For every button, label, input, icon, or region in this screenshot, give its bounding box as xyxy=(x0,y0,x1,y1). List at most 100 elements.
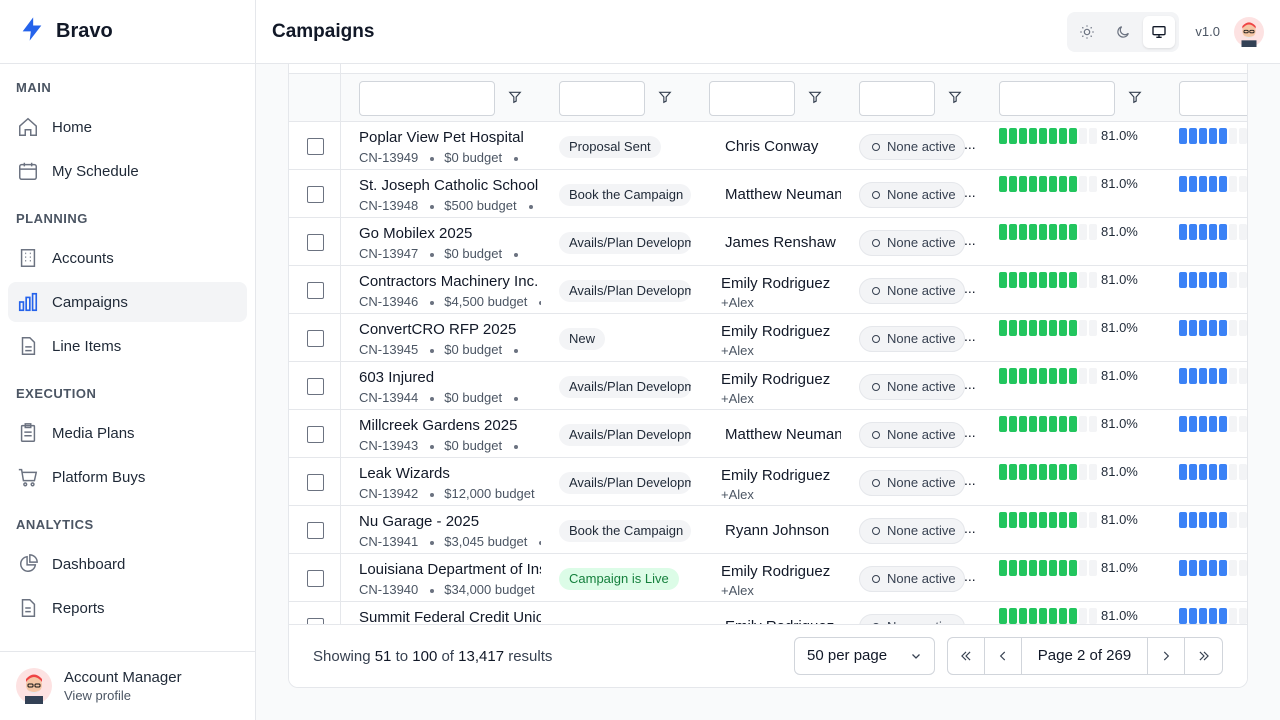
status-badge[interactable]: Campaign is Live xyxy=(559,568,679,590)
status-filter-input[interactable] xyxy=(559,81,645,116)
circle-icon xyxy=(872,383,880,391)
progress-segment xyxy=(1039,608,1047,624)
sidebar-item-platform-buys[interactable]: Platform Buys xyxy=(8,457,247,497)
campaign-name[interactable]: St. Joseph Catholic School xyxy=(359,177,541,194)
sidebar-item-media-plans[interactable]: Media Plans xyxy=(8,413,247,453)
pacing-segment xyxy=(1239,224,1247,240)
filter-icon[interactable] xyxy=(948,90,962,104)
status-badge[interactable]: Proposal Sent xyxy=(559,136,661,158)
account-profile[interactable]: Account Manager View profile xyxy=(0,651,255,720)
campaign-meta: CN-13947 $0 budget xyxy=(359,246,541,261)
active-status-pill[interactable]: None active xyxy=(859,134,965,160)
sidebar-item-home[interactable]: Home xyxy=(8,107,247,147)
filter-icon[interactable] xyxy=(508,90,522,104)
name-filter-input[interactable] xyxy=(359,81,495,116)
campaign-name[interactable]: Go Mobilex 2025 xyxy=(359,225,541,242)
brand[interactable]: Bravo xyxy=(0,0,255,64)
active-status-pill[interactable]: None active xyxy=(859,422,965,448)
table-row[interactable]: Go Mobilex 2025 CN-13947 $0 budget Avails/P… xyxy=(289,218,1247,266)
sidebar-item-dashboard[interactable]: Dashboard xyxy=(8,544,247,584)
separator-dot xyxy=(514,156,519,161)
pacing-segment xyxy=(1199,560,1207,576)
sidebar-item-label: Reports xyxy=(52,599,105,617)
active-status-pill[interactable]: None active xyxy=(859,230,965,256)
pacing-segment xyxy=(1209,272,1217,288)
first-page-button[interactable] xyxy=(948,638,985,674)
sidebar-item-reports[interactable]: Reports xyxy=(8,588,247,628)
dark-mode-button[interactable] xyxy=(1107,16,1139,48)
progress-segment xyxy=(1089,176,1097,192)
system-mode-button[interactable] xyxy=(1143,15,1176,48)
table-row[interactable]: Contractors Machinery Inc. CN-13946 $4,500… xyxy=(289,266,1247,314)
campaign-name[interactable]: ConvertCRO RFP 2025 xyxy=(359,321,541,338)
active-status-pill[interactable]: None active xyxy=(859,182,965,208)
owner-filter-input[interactable] xyxy=(709,81,795,116)
table-row[interactable]: Leak Wizards CN-13942 $12,000 budget Avails… xyxy=(289,458,1247,506)
sidebar-item-campaigns[interactable]: Campaigns xyxy=(8,282,247,322)
separator-dot xyxy=(539,300,541,305)
campaign-name[interactable]: 603 Injured xyxy=(359,369,541,386)
table-row[interactable]: 603 Injured CN-13944 $0 budget Avails/Plan … xyxy=(289,362,1247,410)
pacing-segment xyxy=(1229,512,1237,528)
active-status-pill[interactable]: None active xyxy=(859,518,965,544)
progress-segment xyxy=(1079,320,1087,336)
campaign-name[interactable]: Nu Garage - 2025 xyxy=(359,513,541,530)
filter-icon[interactable] xyxy=(1128,90,1142,104)
user-avatar[interactable] xyxy=(1234,16,1264,47)
table-row[interactable]: Summit Federal Credit UnionEmily Rodrigu… xyxy=(289,602,1247,624)
active-status-pill[interactable]: None active xyxy=(859,326,965,352)
cart-icon xyxy=(16,465,40,489)
table-row[interactable]: Poplar View Pet Hospital CN-13949 $0 budge… xyxy=(289,122,1247,170)
previous-page-button[interactable] xyxy=(985,638,1022,674)
pacing-segment xyxy=(1239,560,1247,576)
pacing-segment xyxy=(1199,608,1207,624)
active-status-pill[interactable]: None active xyxy=(859,278,965,304)
next-page-button[interactable] xyxy=(1148,638,1185,674)
status-badge[interactable]: New xyxy=(559,328,606,350)
progress-segment xyxy=(1089,320,1097,336)
campaign-name[interactable]: Leak Wizards xyxy=(359,465,541,482)
active-status-pill[interactable]: None active xyxy=(859,614,965,624)
filter-icon[interactable] xyxy=(808,90,822,104)
progress-filter-input[interactable] xyxy=(999,81,1115,116)
view-profile-link[interactable]: View profile xyxy=(64,688,182,703)
per-page-select[interactable]: 50 per page xyxy=(794,637,935,675)
status-badge[interactable]: Avails/Plan Development xyxy=(559,376,691,398)
last-page-button[interactable] xyxy=(1185,638,1222,674)
campaign-name[interactable]: Poplar View Pet Hospital xyxy=(359,129,541,146)
pagination: Page 2 of 269 xyxy=(947,637,1223,675)
status-badge[interactable]: Book the Campaign xyxy=(559,520,691,542)
status-badge[interactable]: Book the Campaign xyxy=(559,184,691,206)
light-mode-button[interactable] xyxy=(1071,16,1103,48)
status-badge[interactable]: Avails/Plan Development xyxy=(559,424,691,446)
status-badge[interactable]: Avails/Plan Development xyxy=(559,472,691,494)
campaign-name[interactable]: Louisiana Department of Insurance xyxy=(359,561,541,578)
filter-icon[interactable] xyxy=(658,90,672,104)
progress-bar xyxy=(999,464,1097,480)
campaign-name[interactable]: Millcreek Gardens 2025 xyxy=(359,417,541,434)
table-row[interactable]: St. Joseph Catholic School CN-13948 $500 b… xyxy=(289,170,1247,218)
active-status-pill[interactable]: None active xyxy=(859,566,965,592)
campaign-name[interactable]: Summit Federal Credit Union xyxy=(359,609,541,624)
campaign-budget: $0 budget xyxy=(444,150,503,165)
active-status-pill[interactable]: None active xyxy=(859,470,965,496)
table-row[interactable]: Louisiana Department of Insurance CN-1394… xyxy=(289,554,1247,602)
table-row[interactable]: Nu Garage - 2025 CN-13941 $3,045 budget Boo… xyxy=(289,506,1247,554)
progress-segment xyxy=(1019,224,1027,240)
active-filter-input[interactable] xyxy=(859,81,935,116)
progress-segment xyxy=(1069,320,1077,336)
table-row[interactable]: Millcreek Gardens 2025 CN-13943 $0 budget A… xyxy=(289,410,1247,458)
progress-percent: 81.0% xyxy=(1101,272,1138,287)
campaign-name[interactable]: Contractors Machinery Inc. xyxy=(359,273,541,290)
table-row[interactable]: ConvertCRO RFP 2025 CN-13945 $0 budget New E… xyxy=(289,314,1247,362)
pacing-filter-input[interactable] xyxy=(1179,81,1247,116)
active-status-pill[interactable]: None active xyxy=(859,374,965,400)
sidebar-item-accounts[interactable]: Accounts xyxy=(8,238,247,278)
section-planning: PLANNING xyxy=(16,211,88,226)
campaign-meta: CN-13940 $34,000 budget xyxy=(359,582,541,597)
sidebar-item-my-schedule[interactable]: My Schedule xyxy=(8,151,247,191)
sidebar-item-line-items[interactable]: Line Items xyxy=(8,326,247,366)
status-badge[interactable]: Avails/Plan Development xyxy=(559,280,691,302)
pacing-segment xyxy=(1179,368,1187,384)
status-badge[interactable]: Avails/Plan Development xyxy=(559,232,691,254)
